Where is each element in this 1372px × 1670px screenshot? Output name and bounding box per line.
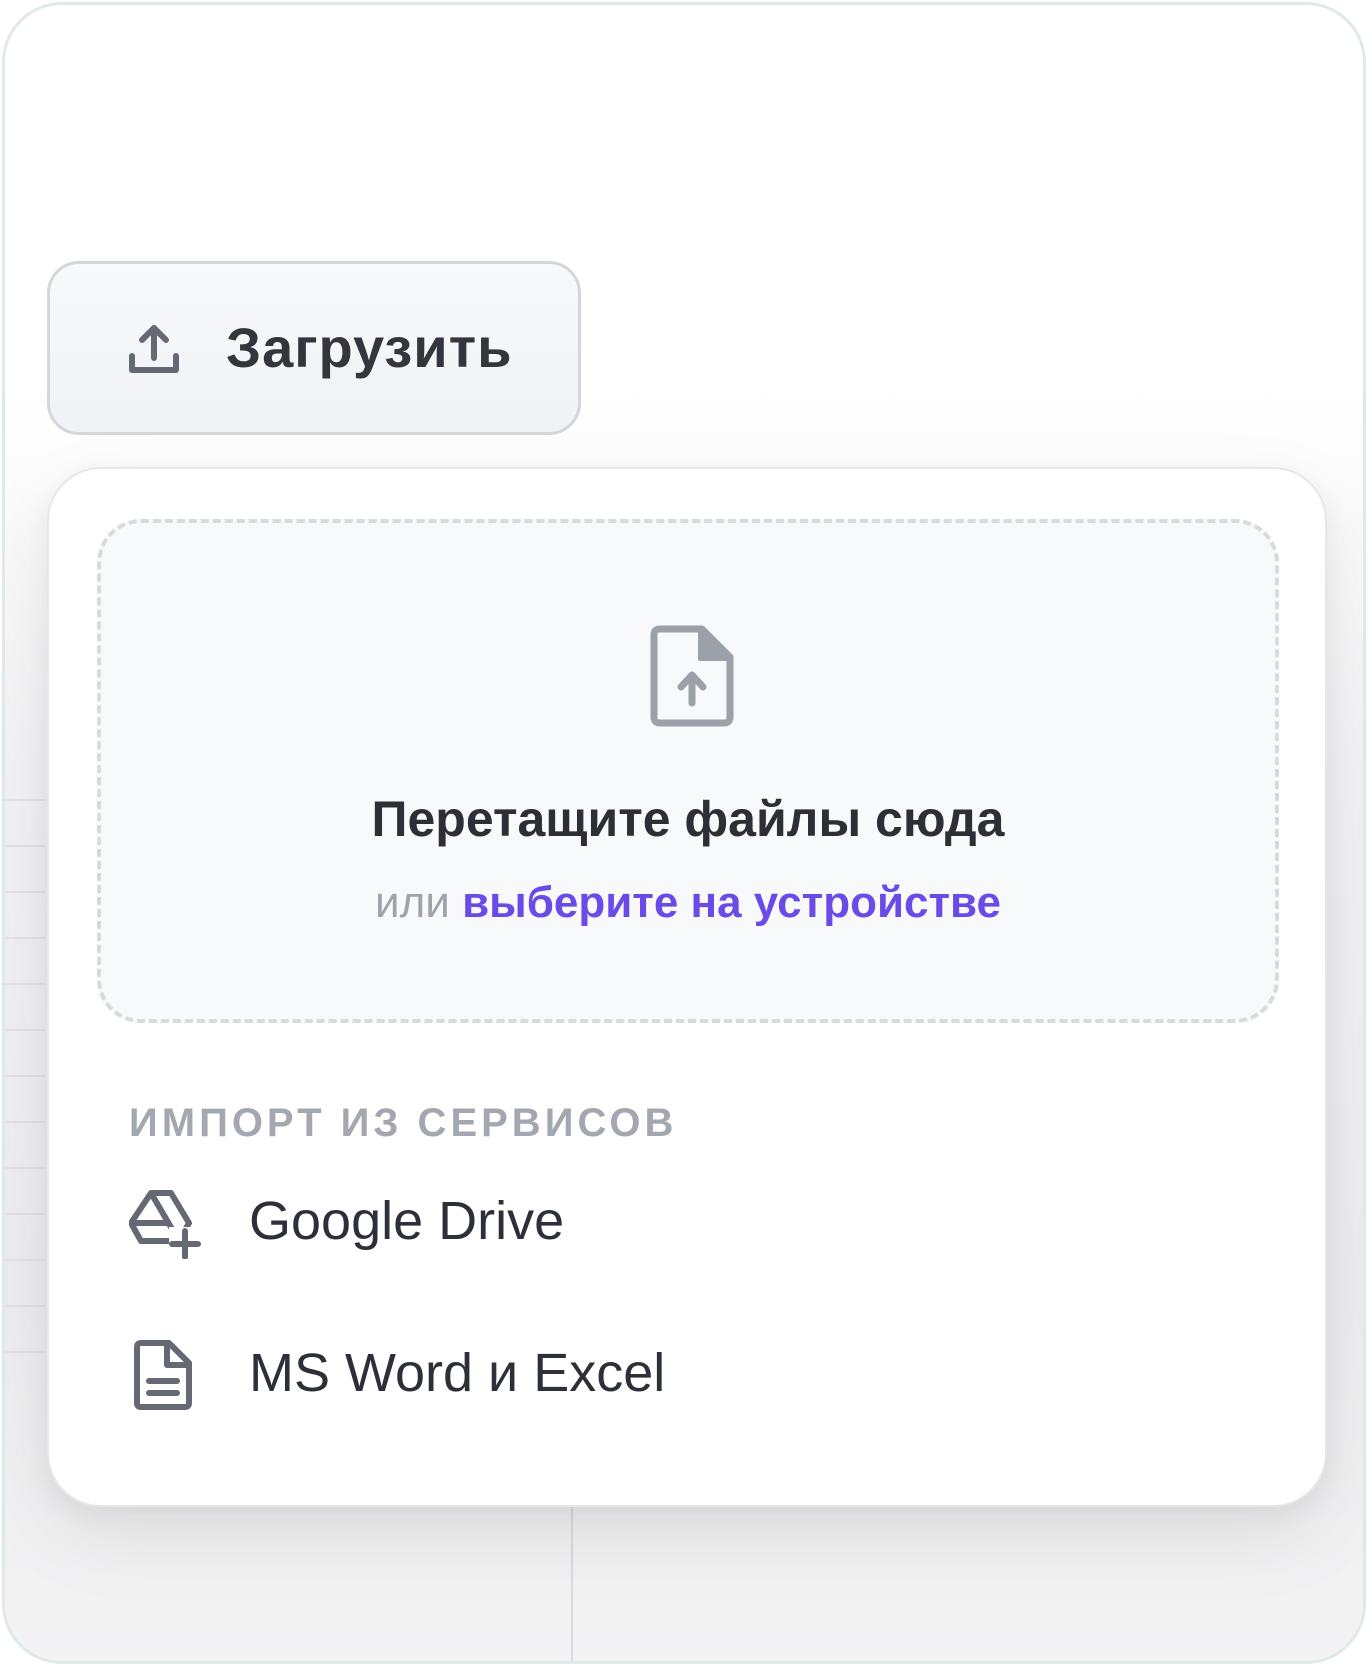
background-table-lines bbox=[5, 755, 45, 1395]
import-section-heading: ИМПОРТ ИЗ СЕРВИСОВ bbox=[129, 1101, 678, 1145]
upload-button-label: Загрузить bbox=[226, 316, 513, 379]
google-drive-add-icon bbox=[129, 1190, 201, 1259]
import-ms-word-excel[interactable]: MS Word и Excel bbox=[109, 1317, 1269, 1427]
dropzone-or-text: или bbox=[375, 878, 450, 927]
dropzone-subtitle: или выберите на устройстве bbox=[101, 877, 1275, 930]
upload-icon bbox=[129, 325, 179, 373]
file-dropzone[interactable]: Перетащите файлы сюда или выберите на ус… bbox=[97, 519, 1279, 1023]
app-frame: Загрузить Перетащите файлы сюда или выбе… bbox=[2, 2, 1366, 1664]
choose-on-device-link[interactable]: выберите на устройстве bbox=[462, 878, 1001, 927]
ms-word-excel-label: MS Word и Excel bbox=[249, 1343, 666, 1403]
google-drive-label: Google Drive bbox=[249, 1191, 565, 1251]
upload-button[interactable]: Загрузить bbox=[47, 261, 581, 435]
background-divider bbox=[571, 1485, 573, 1661]
dropzone-title: Перетащите файлы сюда bbox=[371, 791, 1005, 847]
upload-dropdown: Перетащите файлы сюда или выберите на ус… bbox=[47, 467, 1327, 1507]
file-upload-icon bbox=[650, 625, 734, 727]
document-icon bbox=[134, 1340, 192, 1410]
import-google-drive[interactable]: Google Drive bbox=[109, 1165, 1269, 1275]
